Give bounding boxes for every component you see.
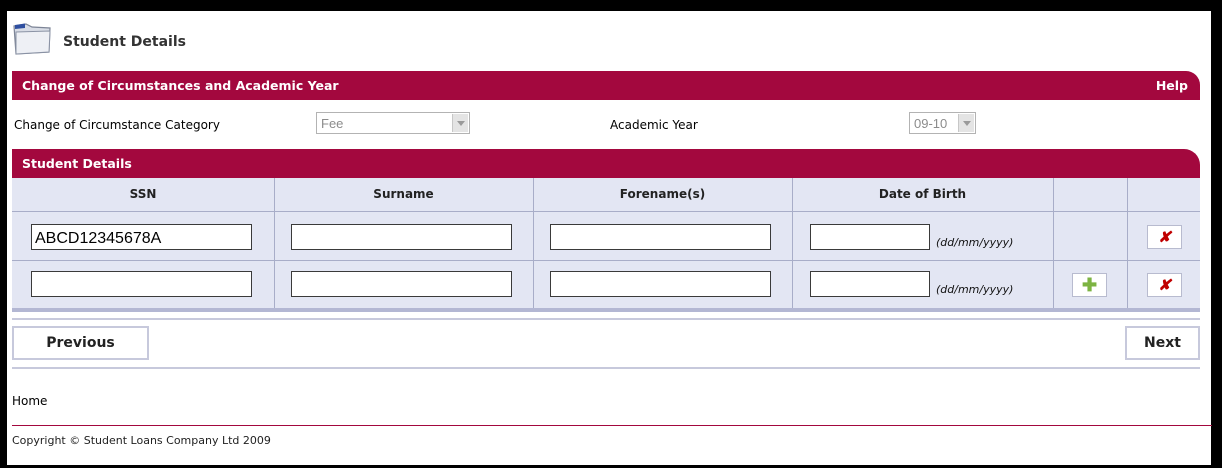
surname-input[interactable] bbox=[291, 271, 512, 297]
remove-row-button[interactable]: ✘ bbox=[1147, 273, 1182, 297]
help-link[interactable]: Help bbox=[1156, 78, 1188, 93]
circumstance-row: Change of Circumstance Category Fee Acad… bbox=[12, 101, 1200, 149]
window-frame-right bbox=[1211, 0, 1222, 468]
column-divider bbox=[1053, 178, 1054, 308]
ssn-input[interactable] bbox=[31, 224, 252, 250]
section-title: Student Details bbox=[22, 156, 132, 171]
date-format-hint: (dd/mm/yyyy) bbox=[936, 236, 1014, 249]
nav-divider-top bbox=[12, 318, 1200, 320]
page-title: Student Details bbox=[63, 34, 186, 50]
x-icon: ✘ bbox=[1158, 228, 1171, 246]
window-frame-top bbox=[0, 0, 1222, 11]
row-divider bbox=[12, 260, 1200, 261]
coc-category-label: Change of Circumstance Category bbox=[14, 118, 220, 132]
copyright-text: Copyright © Student Loans Company Ltd 20… bbox=[12, 434, 271, 447]
column-header-ssn: SSN bbox=[129, 187, 157, 201]
row-divider bbox=[12, 211, 1200, 212]
section-bar-student-details: Student Details bbox=[12, 149, 1200, 178]
column-divider bbox=[792, 178, 793, 308]
column-divider bbox=[533, 178, 534, 308]
dob-input[interactable] bbox=[810, 224, 930, 250]
column-header-surname: Surname bbox=[373, 187, 434, 201]
academic-year-select[interactable]: 09-10 bbox=[909, 112, 976, 134]
section-title: Change of Circumstances and Academic Yea… bbox=[22, 78, 339, 93]
ssn-input[interactable] bbox=[31, 271, 252, 297]
folder-icon bbox=[13, 23, 51, 55]
forename-input[interactable] bbox=[550, 271, 771, 297]
add-row-button[interactable]: ✚ bbox=[1072, 273, 1107, 297]
x-icon: ✘ bbox=[1158, 276, 1171, 294]
page-header: Student Details bbox=[12, 22, 1192, 62]
chevron-down-icon[interactable] bbox=[958, 114, 974, 132]
column-header-forename: Forename(s) bbox=[619, 187, 706, 201]
remove-row-button[interactable]: ✘ bbox=[1147, 225, 1182, 249]
dob-input[interactable] bbox=[810, 271, 930, 297]
academic-year-label: Academic Year bbox=[610, 118, 698, 132]
column-divider bbox=[1127, 178, 1128, 308]
date-format-hint: (dd/mm/yyyy) bbox=[936, 283, 1014, 296]
nav-divider-bottom bbox=[12, 367, 1200, 369]
footer-divider bbox=[12, 425, 1212, 426]
column-divider bbox=[274, 178, 275, 308]
forename-input[interactable] bbox=[550, 224, 771, 250]
student-details-table: SSN Surname Forename(s) Date of Birth (d… bbox=[12, 178, 1200, 312]
previous-button[interactable]: Previous bbox=[12, 326, 149, 360]
plus-icon: ✚ bbox=[1081, 275, 1098, 295]
coc-category-value: Fee bbox=[321, 116, 344, 131]
home-link[interactable]: Home bbox=[12, 394, 47, 408]
window-frame-left bbox=[0, 0, 7, 468]
column-header-dob: Date of Birth bbox=[878, 187, 967, 201]
surname-input[interactable] bbox=[291, 224, 512, 250]
next-button[interactable]: Next bbox=[1125, 326, 1200, 360]
coc-category-select[interactable]: Fee bbox=[316, 112, 470, 134]
academic-year-value: 09-10 bbox=[914, 116, 948, 131]
table-bottom-border bbox=[12, 308, 1200, 312]
section-bar-circumstances: Change of Circumstances and Academic Yea… bbox=[12, 71, 1200, 100]
chevron-down-icon[interactable] bbox=[452, 114, 468, 132]
